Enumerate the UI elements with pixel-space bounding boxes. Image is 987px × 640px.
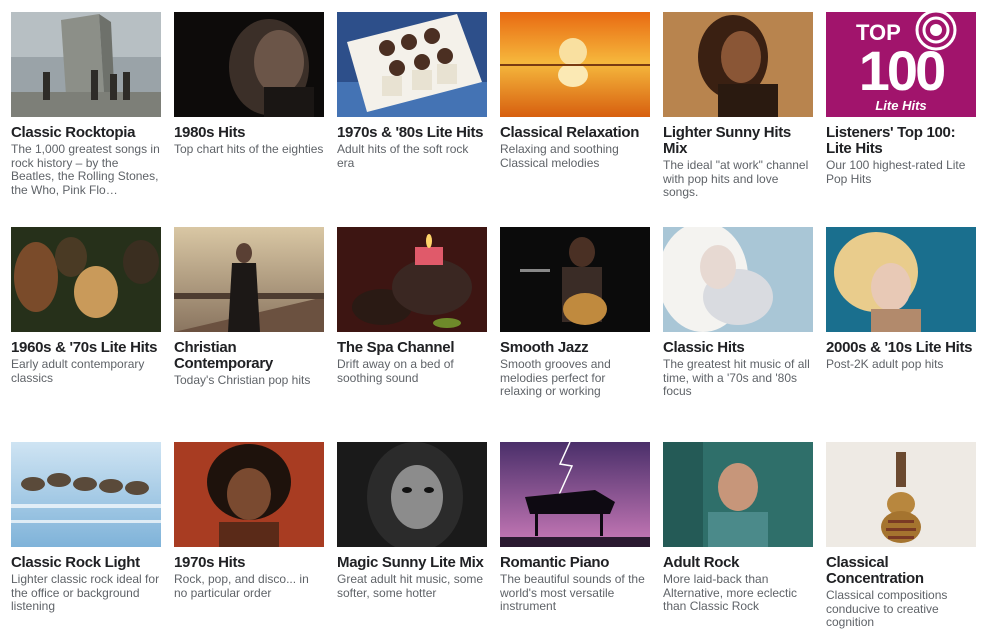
station-card[interactable]: 1970s Hits Rock, pop, and disco... in no … — [174, 442, 324, 600]
station-title[interactable]: Classical Relaxation — [500, 125, 650, 141]
station-artwork[interactable] — [174, 12, 324, 117]
station-card[interactable]: 2000s & '10s Lite Hits Post-2K adult pop … — [826, 227, 976, 372]
station-card[interactable]: TOP 100 Lite Hits Listeners' Top 100: Lite … — [826, 12, 976, 186]
station-description: The greatest hit music of all time, with… — [663, 357, 810, 398]
station-title[interactable]: Classic Rock Light — [11, 555, 161, 571]
station-title[interactable]: Smooth Jazz — [500, 340, 650, 356]
station-title[interactable]: 1960s & '70s Lite Hits — [11, 340, 161, 356]
station-artwork[interactable] — [337, 442, 487, 547]
station-artwork[interactable] — [337, 227, 487, 332]
station-title[interactable]: Romantic Piano — [500, 555, 650, 571]
station-artwork[interactable]: TOP 100 Lite Hits — [826, 12, 976, 117]
station-title[interactable]: Classic Rocktopia — [11, 125, 161, 141]
station-title[interactable]: The Spa Channel — [337, 340, 487, 356]
station-title[interactable]: Listeners' Top 100: Lite Hits — [826, 125, 976, 157]
station-artwork[interactable] — [826, 442, 976, 547]
station-card[interactable]: Magic Sunny Lite Mix Great adult hit musi… — [337, 442, 487, 600]
station-artwork[interactable] — [500, 12, 650, 117]
station-description: More laid-back than Alternative, more ec… — [663, 572, 798, 613]
station-artwork[interactable] — [11, 12, 161, 117]
station-artwork[interactable] — [174, 442, 324, 547]
station-artwork[interactable] — [174, 227, 324, 332]
station-card[interactable]: Adult Rock More laid-back than Alternativ… — [663, 442, 813, 614]
station-description: Adult hits of the soft rock era — [337, 142, 469, 170]
station-title[interactable]: Christian Contemporary — [174, 340, 324, 372]
station-title[interactable]: Adult Rock — [663, 555, 813, 571]
station-title[interactable]: 2000s & '10s Lite Hits — [826, 340, 976, 356]
station-artwork[interactable] — [11, 227, 161, 332]
station-artwork[interactable] — [663, 12, 813, 117]
station-card[interactable]: Classical Relaxation Relaxing and soothin… — [500, 12, 650, 170]
station-description: Lighter classic rock ideal for the offic… — [11, 572, 160, 613]
station-card[interactable]: Classic Rocktopia The 1,000 greatest song… — [11, 12, 161, 197]
station-title[interactable]: 1970s Hits — [174, 555, 324, 571]
station-title[interactable]: 1970s & '80s Lite Hits — [337, 125, 487, 141]
station-title[interactable]: Classic Hits — [663, 340, 813, 356]
station-title[interactable]: Classical Concentration — [826, 555, 976, 587]
station-card[interactable]: Classical Concentration Classical composi… — [826, 442, 976, 630]
station-title[interactable]: 1980s Hits — [174, 125, 324, 141]
station-description: Post-2K adult pop hits — [826, 357, 944, 371]
station-card[interactable]: 1980s Hits Top chart hits of the eighties — [174, 12, 324, 157]
station-description: Rock, pop, and disco... in no particular… — [174, 572, 309, 600]
station-description: Classical compositions conducive to crea… — [826, 588, 948, 629]
station-card[interactable]: 1960s & '70s Lite Hits Early adult contem… — [11, 227, 161, 385]
station-description: Relaxing and soothing Classical melodies — [500, 142, 619, 170]
station-artwork[interactable] — [663, 442, 813, 547]
station-description: Drift away on a bed of soothing sound — [337, 357, 454, 385]
station-title[interactable]: Lighter Sunny Hits Mix — [663, 125, 813, 157]
station-card[interactable]: The Spa Channel Drift away on a bed of so… — [337, 227, 487, 385]
station-card[interactable]: Lighter Sunny Hits Mix The ideal "at work… — [663, 12, 813, 200]
station-description: Our 100 highest-rated Lite Pop Hits — [826, 158, 966, 186]
station-description: Today's Christian pop hits — [174, 373, 311, 387]
svg-text:100: 100 — [859, 39, 944, 102]
station-description: The 1,000 greatest songs in rock history… — [11, 142, 160, 197]
station-card[interactable]: Classic Hits The greatest hit music of al… — [663, 227, 813, 399]
station-card[interactable]: Christian Contemporary Today's Christian … — [174, 227, 324, 388]
station-description: Early adult contemporary classics — [11, 357, 145, 385]
station-card[interactable]: 1970s & '80s Lite Hits Adult hits of the … — [337, 12, 487, 170]
station-artwork[interactable] — [663, 227, 813, 332]
station-grid: Classic Rocktopia The 1,000 greatest song… — [0, 0, 987, 640]
station-card[interactable]: Classic Rock Light Lighter classic rock i… — [11, 442, 161, 614]
station-description: The ideal "at work" channel with pop hit… — [663, 158, 809, 199]
station-description: Great adult hit music, some softer, some… — [337, 572, 484, 600]
station-title[interactable]: Magic Sunny Lite Mix — [337, 555, 487, 571]
svg-text:Lite Hits: Lite Hits — [875, 98, 926, 113]
station-artwork[interactable] — [337, 12, 487, 117]
station-card[interactable]: Romantic Piano The beautiful sounds of th… — [500, 442, 650, 614]
station-artwork[interactable] — [826, 227, 976, 332]
station-description: Smooth grooves and melodies perfect for … — [500, 357, 611, 398]
station-description: Top chart hits of the eighties — [174, 142, 324, 156]
station-artwork[interactable] — [500, 227, 650, 332]
station-card[interactable]: Smooth Jazz Smooth grooves and melodies p… — [500, 227, 650, 399]
station-artwork[interactable] — [11, 442, 161, 547]
station-artwork[interactable] — [500, 442, 650, 547]
station-description: The beautiful sounds of the world's most… — [500, 572, 645, 613]
